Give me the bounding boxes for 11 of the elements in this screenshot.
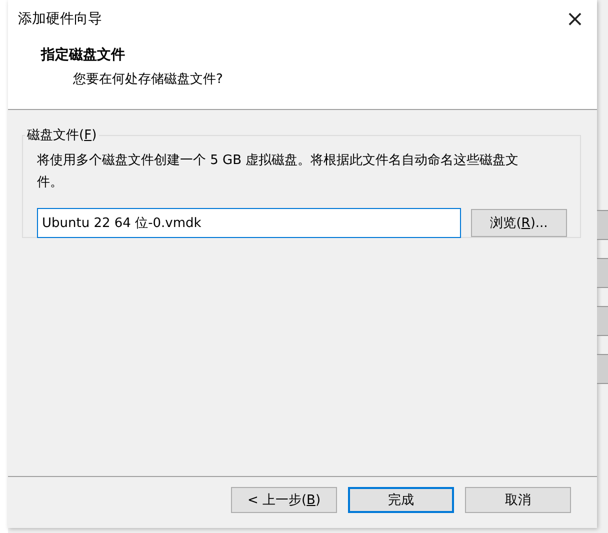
- group-label: 磁盘文件(F): [26, 127, 98, 144]
- browse-button[interactable]: 浏览(R)...: [471, 209, 567, 237]
- dialog-button[interactable]: < 上一步(B): [231, 487, 337, 513]
- page-subtitle: 您要在何处存储磁盘文件?: [73, 71, 224, 88]
- dialog-button[interactable]: 取消: [465, 487, 571, 513]
- description-text: 将使用多个磁盘文件创建一个 5 GB 虚拟磁盘。将根据此文件名自动命名这些磁盘文件。: [37, 152, 520, 192]
- page-title: 指定磁盘文件: [41, 46, 126, 64]
- close-button[interactable]: ×: [557, 4, 593, 34]
- window-title: 添加硬件向导: [18, 10, 102, 28]
- dialog-button[interactable]: 完成: [348, 487, 454, 513]
- file-name-field[interactable]: Ubuntu 22 64 位-0.vmdk: [37, 208, 461, 238]
